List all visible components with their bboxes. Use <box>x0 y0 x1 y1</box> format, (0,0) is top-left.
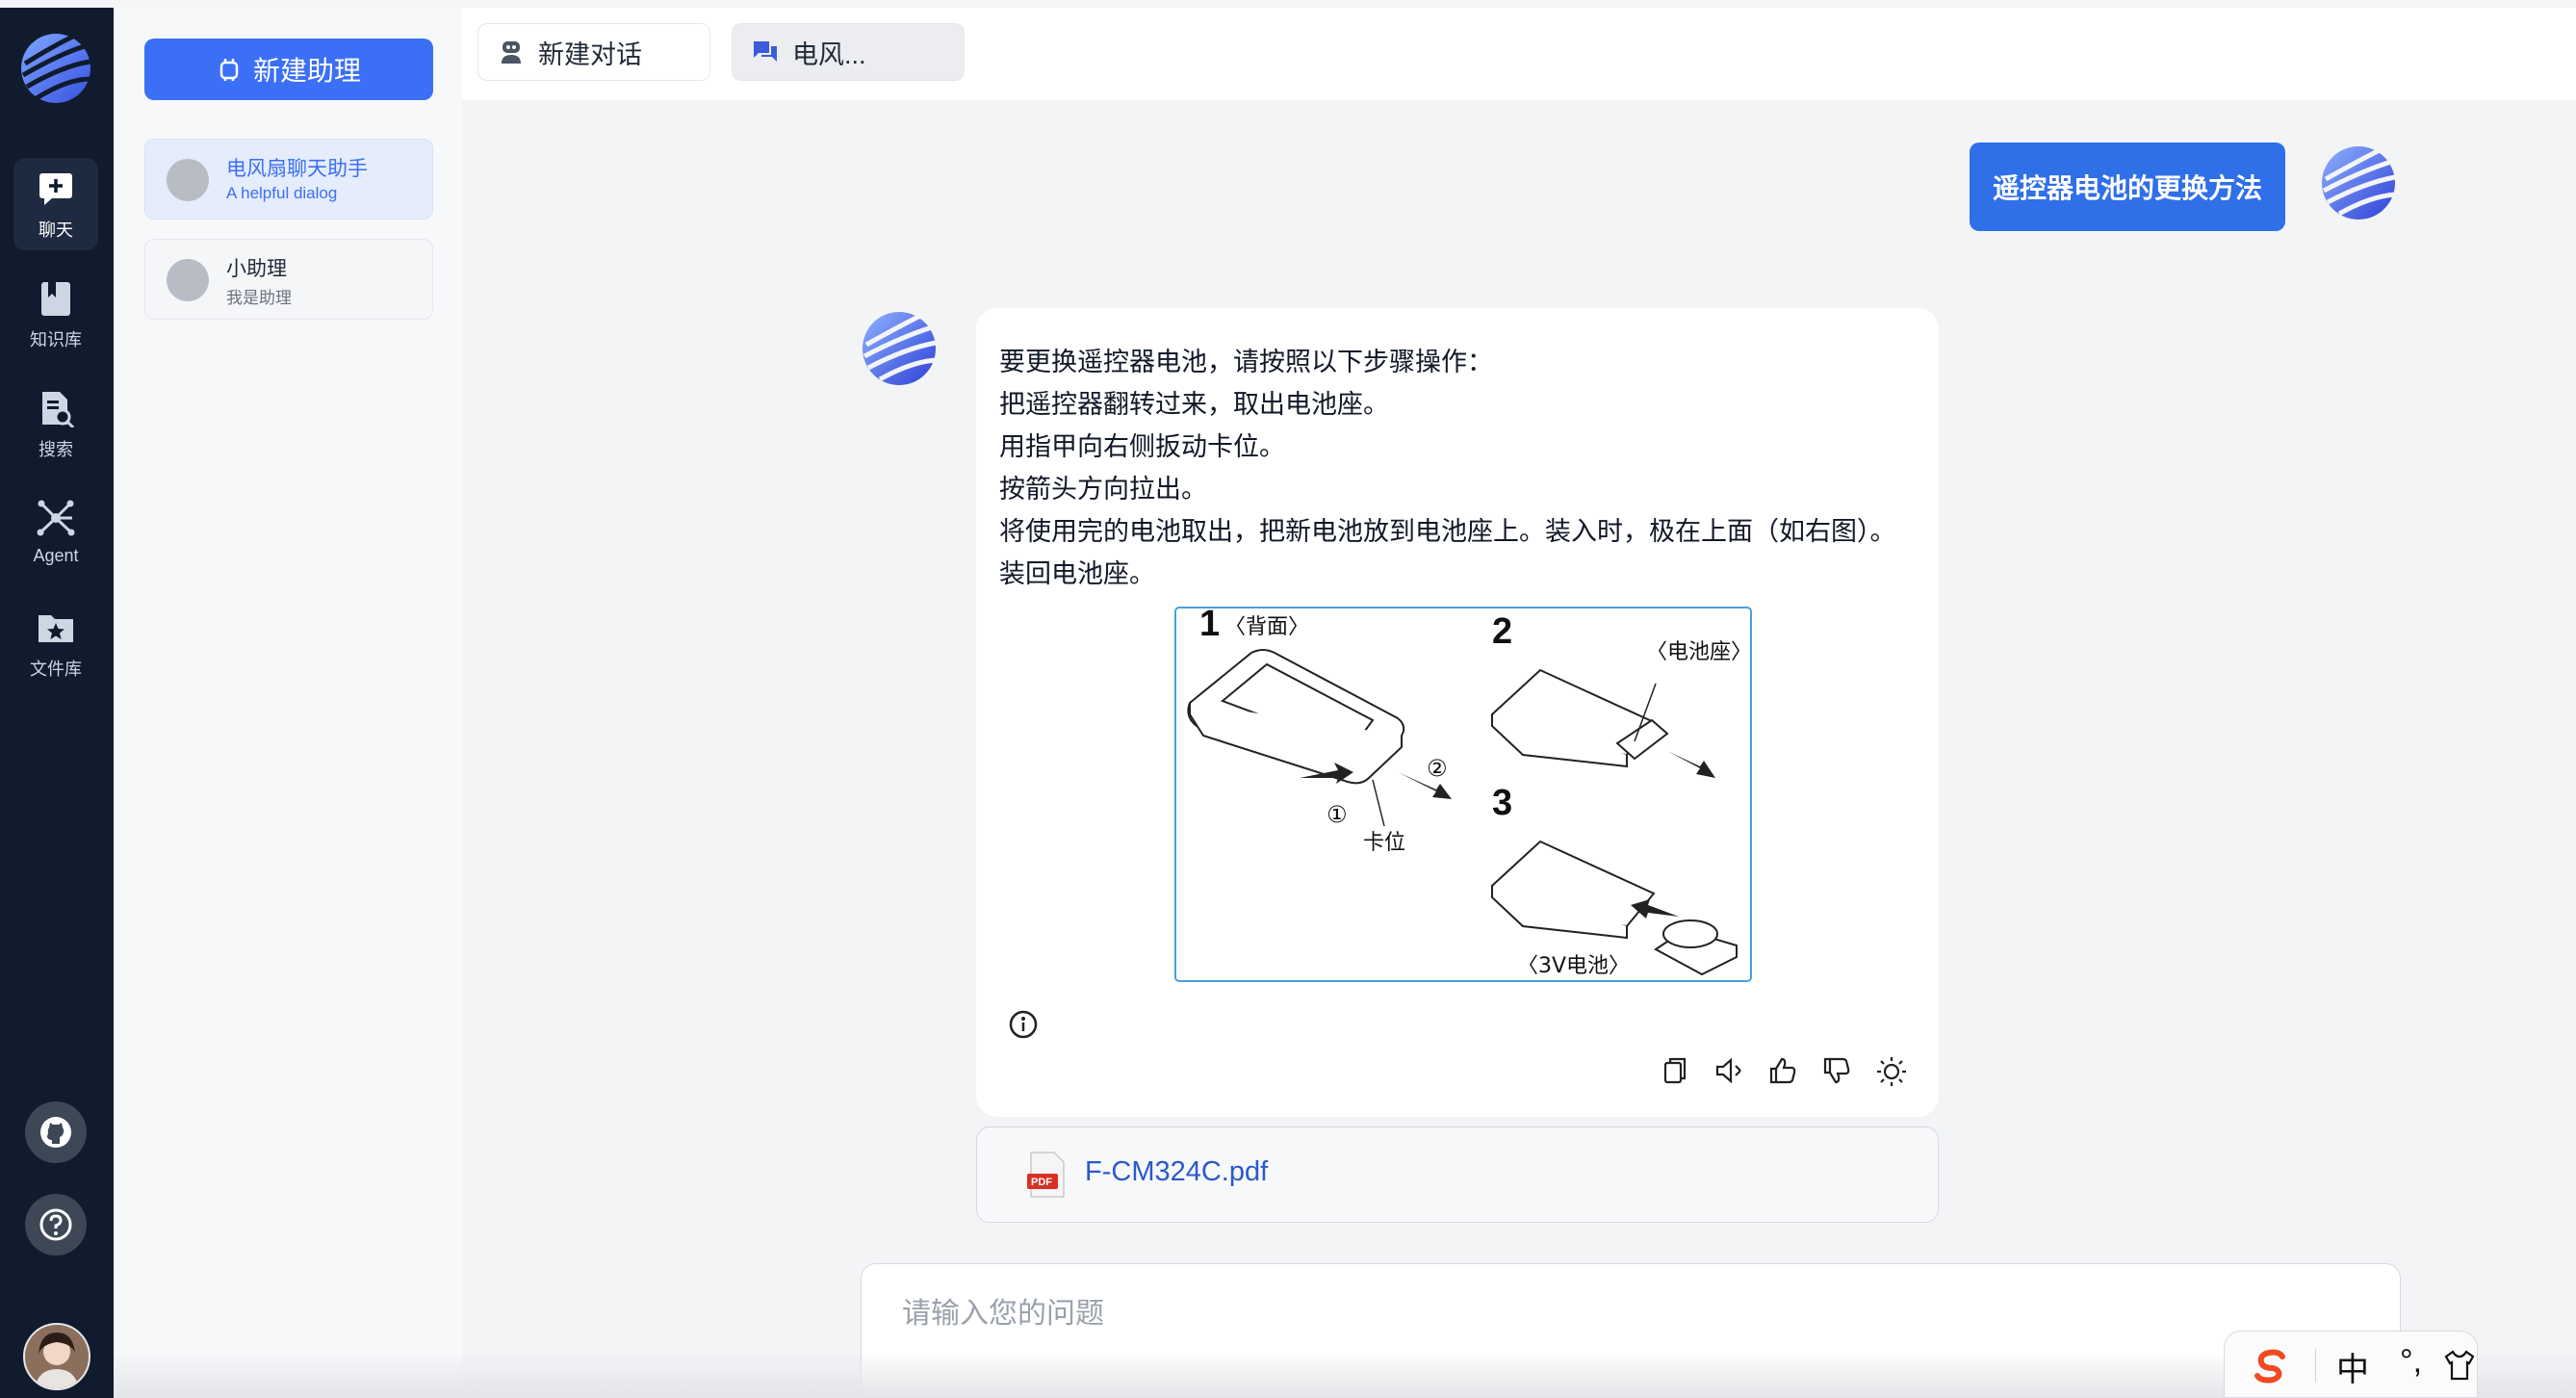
answer-line: 要更换遥控器电池，请按照以下步骤操作： <box>999 348 1493 376</box>
info-icon[interactable] <box>1008 1009 1039 1040</box>
nav-agent-label: Agent <box>33 546 79 565</box>
tab-fan-chat-label: 电风... <box>792 39 866 69</box>
figure-latch-label: 卡位 <box>1363 831 1405 855</box>
github-icon <box>40 1117 71 1148</box>
assistant-avatar <box>167 259 209 301</box>
figure-step2-number: 2 <box>1492 611 1512 652</box>
assistant-card-helper[interactable]: 小助理 我是助理 <box>144 239 433 320</box>
ime-skin-icon[interactable] <box>2442 1349 2477 1382</box>
figure-step3-number: 3 <box>1492 783 1512 823</box>
nav-file-library-label: 文件库 <box>30 660 82 679</box>
left-nav-rail: 聊天 知识库 搜索 Agent 文件库 <box>0 8 114 1398</box>
assistant-name: 小助理 <box>226 258 287 280</box>
question-input[interactable] <box>900 1297 2059 1332</box>
thumbs-up-icon[interactable] <box>1767 1055 1798 1086</box>
answer-line: 将使用完的电池取出，把新电池放到电池座上。装入时，极在上面（如右图）。 <box>999 517 1896 546</box>
nav-search[interactable]: 搜索 <box>13 377 98 470</box>
ime-toolbar: 中 °, <box>2224 1331 2478 1398</box>
assistant-avatar <box>167 159 209 201</box>
user-avatar-logo-icon <box>2322 146 2396 220</box>
chat-main: 新建对话 电风... 遥控器电池的更换方法 要更换遥控器电池，请按照以下步骤操作… <box>462 8 2576 1398</box>
figure-step1-note: 〈背面〉 <box>1224 615 1309 639</box>
reference-file-name[interactable]: F-CM324C.pdf <box>1085 1156 1268 1188</box>
pdf-badge: PDF <box>1031 1177 1052 1188</box>
speaker-icon[interactable] <box>1713 1055 1744 1086</box>
battery-replacement-figure: 1 〈背面〉 ① ② 卡位 2 〈电池座〉 3 〈3V电池〉 <box>1174 607 1752 982</box>
ime-separator <box>2315 1349 2316 1382</box>
pdf-file-icon: PDF <box>1027 1152 1065 1198</box>
figure-step1-number: 1 <box>1199 607 1220 644</box>
lightbulb-icon[interactable] <box>1875 1055 1908 1088</box>
assistant-panel: 新建助理 电风扇聊天助手 A helpful dialog 小助理 我是助理 <box>114 8 462 1398</box>
nav-chat[interactable]: 聊天 <box>13 158 98 250</box>
new-assistant-button[interactable]: 新建助理 <box>144 39 433 100</box>
android-icon <box>219 59 239 81</box>
new-assistant-label: 新建助理 <box>252 56 361 86</box>
copy-icon[interactable] <box>1660 1055 1690 1086</box>
reference-file-card[interactable]: PDF F-CM324C.pdf <box>976 1126 1939 1223</box>
answer-line: 把遥控器翻转过来，取出电池座。 <box>999 390 1389 419</box>
figure-step2-note: 〈电池座〉 <box>1646 640 1752 664</box>
nav-knowledge-base[interactable]: 知识库 <box>13 268 98 360</box>
book-icon <box>41 282 70 316</box>
search-doc-icon <box>42 392 75 429</box>
bot-answer-card: 要更换遥控器电池，请按照以下步骤操作： 把遥控器翻转过来，取出电池座。 用指甲向… <box>976 308 1939 1117</box>
nav-file-library[interactable]: 文件库 <box>13 597 98 689</box>
nav-chat-label: 聊天 <box>39 220 73 240</box>
figure-circle-2: ② <box>1427 755 1448 782</box>
chat-bubble-icon <box>754 41 777 62</box>
bot-avatar-logo-icon <box>863 312 937 385</box>
user-message-text: 遥控器电池的更换方法 <box>1992 173 2262 203</box>
github-button[interactable] <box>25 1101 87 1163</box>
bottom-fade <box>114 1356 2576 1398</box>
tab-bar: 新建对话 电风... <box>462 8 2576 100</box>
answer-line: 用指甲向右侧扳动卡位。 <box>999 432 1285 461</box>
ime-punct-toggle[interactable]: °, <box>2400 1343 2422 1381</box>
assistant-card-fan[interactable]: 电风扇聊天助手 A helpful dialog <box>144 139 433 220</box>
nav-search-label: 搜索 <box>39 440 73 459</box>
user-message-bubble: 遥控器电池的更换方法 <box>1970 142 2285 231</box>
nav-agent[interactable]: Agent <box>13 487 98 580</box>
assistant-desc: 我是助理 <box>226 289 292 307</box>
assistant-desc: A helpful dialog <box>226 184 338 202</box>
figure-step3-note: 〈3V电池〉 <box>1517 954 1630 978</box>
avatar[interactable] <box>23 1323 90 1390</box>
app-logo-icon[interactable] <box>17 25 94 112</box>
figure-circle-1: ① <box>1327 801 1348 828</box>
chat-add-icon <box>39 173 72 205</box>
sogou-logo-icon[interactable] <box>2252 1347 2290 1385</box>
assistant-name: 电风扇聊天助手 <box>226 158 368 180</box>
tab-new-chat[interactable]: 新建对话 <box>477 23 710 81</box>
help-icon <box>39 1208 72 1241</box>
folder-star-icon <box>39 615 73 642</box>
thumbs-down-icon[interactable] <box>1821 1055 1852 1086</box>
answer-line: 按箭头方向拉出。 <box>999 475 1207 504</box>
tab-fan-chat[interactable]: 电风... <box>732 23 965 81</box>
answer-line: 装回电池座。 <box>999 559 1155 588</box>
robot-icon <box>502 41 521 64</box>
agent-icon <box>37 500 75 536</box>
tab-new-chat-label: 新建对话 <box>538 39 642 69</box>
help-button[interactable] <box>25 1194 87 1256</box>
nav-knowledge-base-label: 知识库 <box>30 330 82 350</box>
ime-mode-toggle[interactable]: 中 <box>2336 1343 2369 1390</box>
